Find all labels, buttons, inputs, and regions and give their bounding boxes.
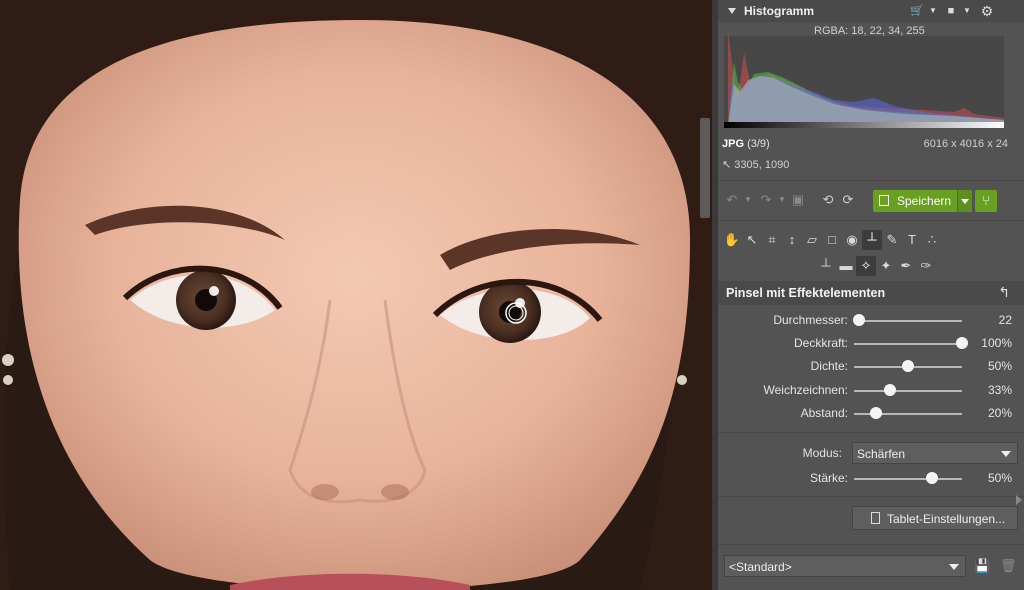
slider-label: Abstand: <box>800 406 848 420</box>
slider-value: 50% <box>987 359 1012 373</box>
undo-icon[interactable]: ↶ <box>724 192 740 208</box>
bandage-tool-icon[interactable]: ✦ <box>876 256 896 276</box>
photo-image <box>0 0 712 590</box>
divider <box>718 544 1024 545</box>
slider-value: 100% <box>981 336 1012 350</box>
eraser-tool-icon[interactable]: ▬ <box>836 256 856 276</box>
brush-section-header: Pinsel mit Effektelementen ↰ <box>718 281 1024 305</box>
divider <box>718 180 1024 181</box>
slider-value: 22 <box>998 313 1012 327</box>
resize-tool-icon[interactable]: □ <box>822 230 842 250</box>
chevron-down-icon <box>949 564 959 570</box>
file-index: (3/9) <box>747 138 770 150</box>
clone-tool-icon[interactable]: ┴ <box>816 256 836 276</box>
pointer-icon: ↖ <box>722 159 732 171</box>
cursor-position: 3305, 1090 <box>734 159 790 171</box>
back-icon[interactable]: ↰ <box>998 284 1010 301</box>
rotate-left-icon[interactable]: ⟲ <box>820 192 836 208</box>
cursor-coords: ↖ 3305, 1090 <box>722 158 789 171</box>
tablet-settings-label: Tablet-Einstellungen... <box>887 512 1006 526</box>
slider-label: Durchmesser: <box>773 313 848 327</box>
color-brush-tool-icon[interactable]: ✑ <box>916 256 936 276</box>
canvas-scrollbar[interactable] <box>700 118 710 218</box>
slider-track[interactable] <box>854 320 962 322</box>
dropdown-icon[interactable]: ▼ <box>926 4 940 18</box>
layers-icon[interactable]: ■ <box>944 4 958 18</box>
slider-row[interactable]: Abstand: 20% <box>718 403 1024 425</box>
preset-value: <Standard> <box>729 560 792 574</box>
divider <box>718 432 1024 433</box>
dropdown-icon[interactable]: ▼ <box>740 192 756 208</box>
effect-brush-tool-icon[interactable]: ✧ <box>856 256 876 276</box>
divider <box>718 220 1024 221</box>
points-tool-icon[interactable]: ∴ <box>922 230 942 250</box>
share-button[interactable]: ⑂ <box>975 190 997 212</box>
crop-tool-icon[interactable]: ⌗ <box>762 230 782 250</box>
save-icon <box>879 195 889 206</box>
file-info: JPG (3/9) <box>722 138 770 150</box>
dropdown-icon[interactable]: ▼ <box>774 192 790 208</box>
image-dimensions: 6016 x 4016 x 24 <box>923 138 1008 150</box>
brush-section-title: Pinsel mit Effektelementen <box>726 286 886 300</box>
rotate-right-icon[interactable]: ⟳ <box>840 192 856 208</box>
redo-icon[interactable]: ↷ <box>758 192 774 208</box>
dropdown-icon[interactable]: ▼ <box>960 4 974 18</box>
action-toolbar: ↶ ▼ ↷ ▼ ▣ ⟲ ⟳ Speichern ⑂ <box>718 188 1024 214</box>
image-icon[interactable]: ▣ <box>790 192 806 208</box>
slider-value: 33% <box>987 383 1012 397</box>
slider-label: Weichzeichnen: <box>763 383 849 397</box>
slider-handle[interactable] <box>883 384 896 396</box>
slider-label: Deckkraft: <box>793 336 848 350</box>
delete-preset-icon[interactable]: 🗑 <box>1000 558 1017 574</box>
slider-row[interactable]: Weichzeichnen: 33% <box>718 380 1024 402</box>
slider-row[interactable]: Dichte: 50% <box>718 356 1024 378</box>
strength-label: Stärke: <box>809 471 848 485</box>
chevron-down-icon <box>1001 451 1011 457</box>
save-label: Speichern <box>897 194 952 208</box>
select-tool-icon[interactable]: ↖ <box>742 230 762 250</box>
cart-icon[interactable]: 🛒 <box>910 4 924 18</box>
slider-track[interactable] <box>854 478 962 480</box>
stamp-tool-icon[interactable]: ┴ <box>862 230 882 250</box>
save-dropdown[interactable] <box>957 190 972 212</box>
histogram-header[interactable]: Histogramm 🛒 ▼ ■ ▼ ⚙ <box>718 0 1024 22</box>
tools-palette: ✋ ↖ ⌗ ↕ ▱ □ ◉ ┴ ✎ T ∴ ┴ ▬ ✧ ✦ ✒ ✑ <box>718 228 1024 280</box>
eye-tool-icon[interactable]: ◉ <box>842 230 862 250</box>
perspective-tool-icon[interactable]: ▱ <box>802 230 822 250</box>
strength-slider[interactable]: Stärke: 50% <box>718 468 1024 490</box>
slider-row[interactable]: Deckkraft: 100% <box>718 333 1024 355</box>
slider-track[interactable] <box>854 343 962 345</box>
tablet-settings-button[interactable]: Tablet-Einstellungen... <box>852 506 1018 530</box>
heal-brush-tool-icon[interactable]: ✒ <box>896 256 916 276</box>
slider-handle[interactable] <box>853 314 866 326</box>
text-tool-icon[interactable]: T <box>902 230 922 250</box>
slider-label: Dichte: <box>810 359 848 373</box>
slider-handle[interactable] <box>869 407 882 419</box>
slider-handle[interactable] <box>956 337 968 349</box>
mode-label: Modus: <box>802 446 842 460</box>
panel-expand-icon[interactable] <box>1016 495 1022 505</box>
brush-tool-icon[interactable]: ✎ <box>882 230 902 250</box>
save-preset-icon[interactable]: 💾 <box>974 558 990 574</box>
preset-select[interactable]: <Standard> <box>724 555 966 577</box>
slider-track[interactable] <box>854 390 962 392</box>
slider-handle[interactable] <box>902 360 914 372</box>
gear-icon[interactable]: ⚙ <box>980 4 994 18</box>
histogram-chart <box>724 32 1004 128</box>
divider <box>718 496 1024 497</box>
straighten-tool-icon[interactable]: ↕ <box>782 230 802 250</box>
file-format: JPG <box>722 138 745 150</box>
slider-handle[interactable] <box>925 472 938 484</box>
hand-tool-icon[interactable]: ✋ <box>722 230 742 250</box>
photo-canvas[interactable] <box>0 0 712 590</box>
mode-value: Schärfen <box>857 447 906 461</box>
collapse-icon[interactable] <box>728 8 736 14</box>
histogram-title: Histogramm <box>744 4 815 18</box>
slider-row[interactable]: Durchmesser: 22 <box>718 310 1024 332</box>
tablet-icon <box>871 512 880 524</box>
mode-select[interactable]: Schärfen <box>852 442 1018 464</box>
right-panel: Histogramm 🛒 ▼ ■ ▼ ⚙ RGBA: 18, 22, 34, 2… <box>712 0 1024 590</box>
slider-value: 20% <box>987 406 1012 420</box>
strength-value: 50% <box>987 471 1012 485</box>
